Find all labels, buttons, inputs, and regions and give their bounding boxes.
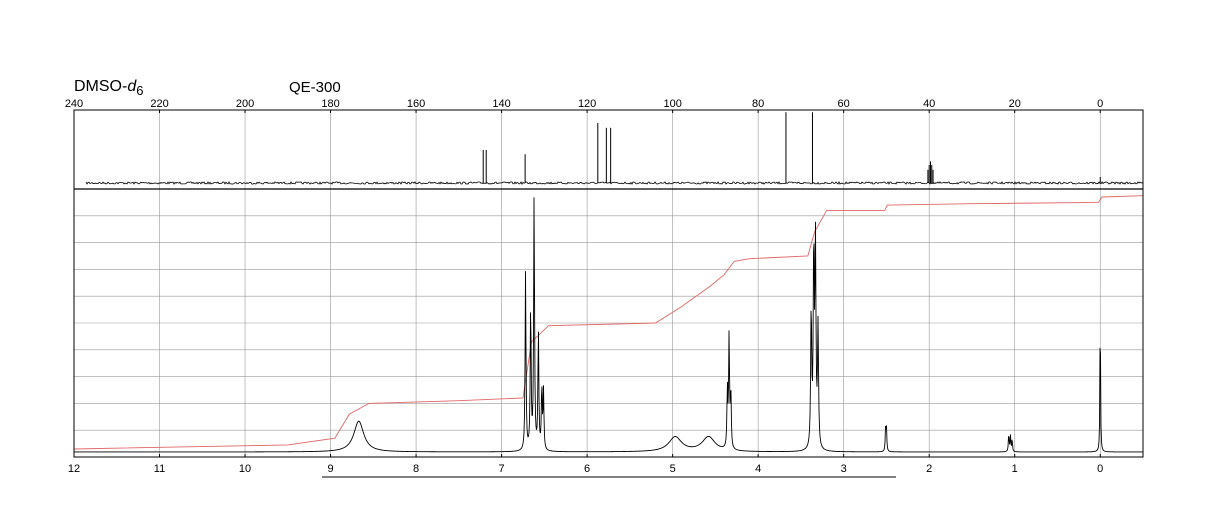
proton-tick-label: 9 — [327, 463, 333, 475]
proton-tick-label: 0 — [1097, 463, 1103, 475]
proton-tick-label: 6 — [584, 463, 590, 475]
carbon-tick-label: 140 — [492, 98, 510, 110]
proton-tick-label: 8 — [413, 463, 419, 475]
proton-tick-label: 3 — [841, 463, 847, 475]
carbon-tick-label: 220 — [150, 98, 168, 110]
figure-background — [0, 0, 1224, 528]
proton-tick-label: 1 — [1012, 463, 1018, 475]
carbon-tick-label: 60 — [838, 98, 850, 110]
proton-tick-label: 10 — [239, 463, 251, 475]
carbon-tick-label: 180 — [321, 98, 339, 110]
proton-tick-label: 4 — [755, 463, 761, 475]
carbon-tick-label: 20 — [1009, 98, 1021, 110]
carbon-tick-label: 80 — [752, 98, 764, 110]
carbon-tick-label: 200 — [236, 98, 254, 110]
proton-tick-label: 5 — [670, 463, 676, 475]
carbon-tick-label: 100 — [663, 98, 681, 110]
proton-tick-label: 7 — [499, 463, 505, 475]
carbon-tick-label: 0 — [1097, 98, 1103, 110]
nmr-spectrum-figure: DMSO-d6 QE-300 240 220 200 180 160 140 120 100 8… — [0, 0, 1224, 528]
carbon-tick-label: 120 — [578, 98, 596, 110]
proton-tick-label: 11 — [154, 463, 165, 475]
carbon-tick-label: 160 — [407, 98, 425, 110]
proton-tick-label: 12 — [68, 463, 80, 475]
carbon-tick-label: 40 — [923, 98, 935, 110]
proton-tick-label: 2 — [926, 463, 932, 475]
carbon-tick-label: 240 — [65, 98, 83, 110]
instrument-label: QE-300 — [289, 79, 341, 96]
